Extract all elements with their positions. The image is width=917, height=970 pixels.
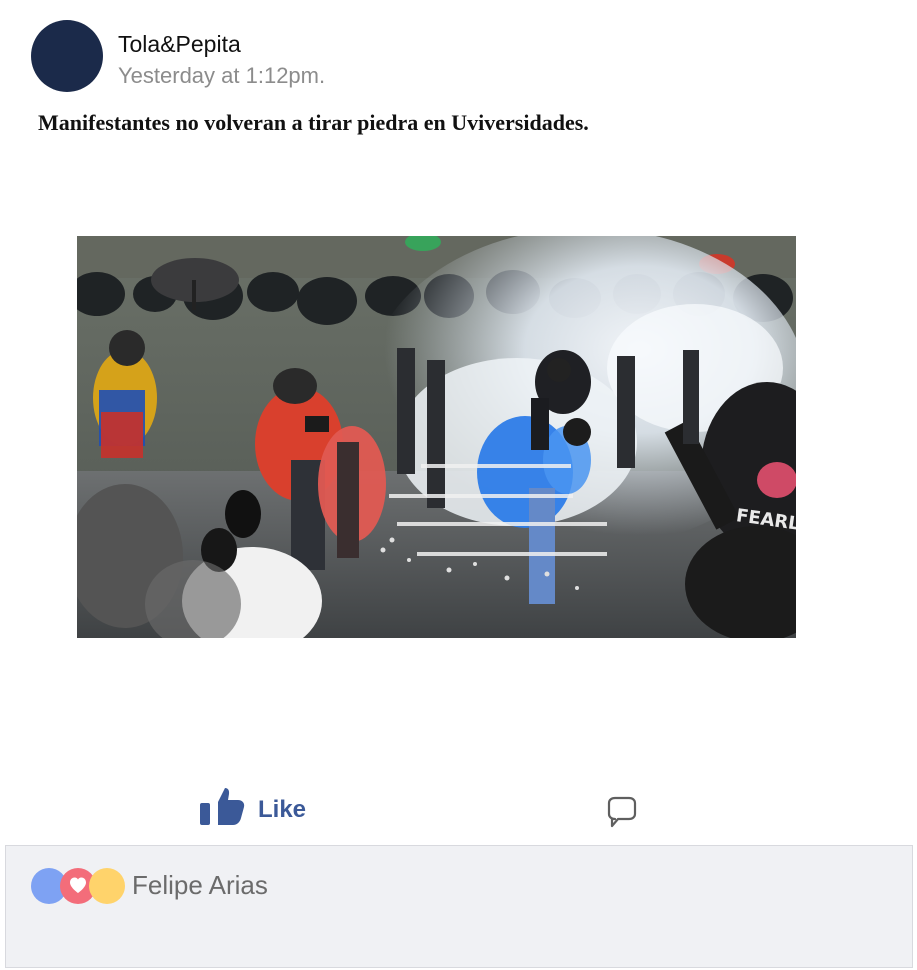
comment-button[interactable] (604, 795, 640, 831)
like-label: Like (258, 796, 307, 823)
reaction-icons[interactable] (31, 866, 127, 906)
thumbs-up-icon (198, 787, 246, 834)
like-button[interactable]: Like (198, 787, 307, 834)
comment-icon (604, 796, 640, 835)
post-text: Manifestantes no volveran a tirar piedra… (38, 110, 589, 135)
author-name[interactable]: Tola&Pepita (118, 30, 241, 58)
haha-reaction-icon (89, 868, 125, 904)
post-photo[interactable]: FEARLES (77, 236, 796, 638)
reaction-names[interactable]: Felipe Arias (132, 868, 268, 902)
reaction-panel: Felipe Arias (5, 845, 913, 968)
post-timestamp[interactable]: Yesterday at 1:12pm. (118, 62, 325, 90)
author-avatar[interactable] (31, 20, 103, 92)
protest-photo-illustration: FEARLES (77, 236, 796, 638)
